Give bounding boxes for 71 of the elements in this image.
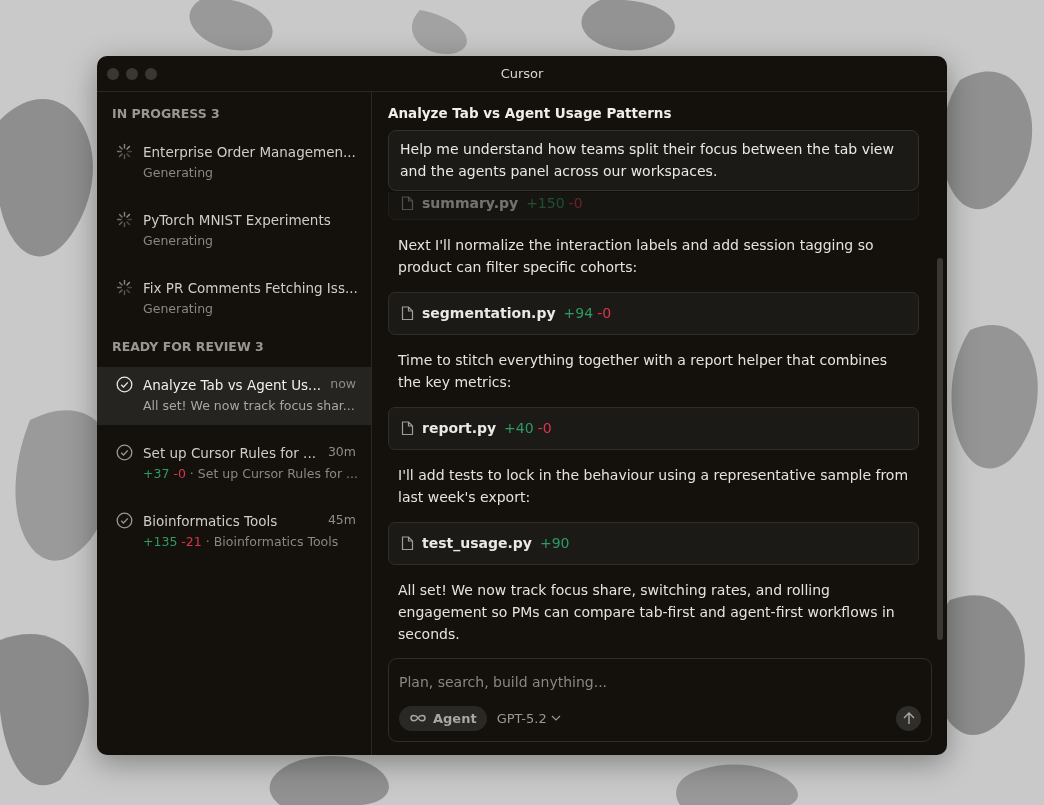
task-time: 30m bbox=[327, 442, 356, 461]
assistant-message: Time to stitch everything together with a report helper that combines the key metrics: bbox=[397, 351, 888, 393]
task-item[interactable]: Fix PR Comments Fetching Iss... Generating bbox=[97, 269, 371, 328]
added-count: +150 bbox=[526, 194, 565, 214]
removed-count: -21 bbox=[181, 532, 202, 551]
added-count: +94 bbox=[563, 304, 594, 324]
task-subtitle: All set! We now track focus shar... bbox=[143, 396, 355, 415]
task-title: Set up Cursor Rules for ... bbox=[143, 443, 316, 463]
task-title: Bioinformatics Tools bbox=[143, 511, 278, 531]
arrow-up-icon bbox=[902, 711, 915, 725]
task-title: Fix PR Comments Fetching Iss... bbox=[143, 278, 358, 298]
section-heading: READY FOR REVIEW 3 bbox=[111, 337, 265, 356]
task-item[interactable]: PyTorch MNIST Experiments Generating bbox=[97, 201, 371, 260]
removed-count: -0 bbox=[597, 304, 612, 324]
task-time: now bbox=[330, 374, 356, 393]
added-count: +135 bbox=[143, 532, 178, 551]
section-heading: IN PROGRESS 3 bbox=[111, 105, 221, 123]
task-item[interactable]: Bioinformatics Tools 45m +135 -21 · Bioinformatics Tools bbox=[97, 502, 371, 561]
task-title: PyTorch MNIST Experiments bbox=[143, 210, 331, 230]
file-change-card[interactable]: test_usage.py +90 bbox=[388, 522, 919, 566]
task-item[interactable]: Set up Cursor Rules for ... 30m +37 -0 · Set up Cursor Rules for ... bbox=[97, 434, 371, 493]
file-name: report.py bbox=[422, 419, 497, 439]
file-name: summary.py bbox=[422, 194, 519, 214]
added-count: +40 bbox=[504, 419, 534, 439]
task-time: 45m bbox=[327, 510, 356, 529]
window-title: Cursor bbox=[500, 64, 544, 83]
minimize-button[interactable] bbox=[126, 67, 138, 80]
spinner-icon bbox=[116, 142, 133, 160]
file-icon bbox=[401, 196, 414, 212]
file-icon bbox=[401, 306, 414, 322]
zoom-button[interactable] bbox=[145, 67, 157, 80]
removed-count: -0 bbox=[537, 419, 552, 439]
task-subtitle: Generating bbox=[143, 300, 214, 318]
file-icon bbox=[401, 536, 414, 552]
assistant-message: Next I'll normalize the interaction labels and add session tagging so product can filter specific cohorts: bbox=[397, 236, 875, 278]
file-icon bbox=[401, 421, 414, 437]
task-subtitle: Bioinformatics Tools bbox=[213, 532, 339, 551]
model-dropdown[interactable]: GPT-5.2 bbox=[496, 708, 561, 728]
chevron-down-icon bbox=[550, 715, 561, 722]
file-change-card[interactable]: segmentation.py +94 -0 bbox=[388, 292, 919, 336]
removed-count: -0 bbox=[568, 194, 583, 214]
check-circle-icon bbox=[116, 511, 133, 529]
separator-dot: · bbox=[189, 464, 194, 483]
separator-dot: · bbox=[205, 532, 210, 551]
check-circle-icon bbox=[116, 443, 133, 461]
infinity-icon bbox=[409, 713, 427, 724]
spinner-icon bbox=[116, 210, 133, 228]
user-prompt: Help me understand how teams split their focus between the tab view and the agents panel across our workspaces. bbox=[388, 130, 919, 192]
check-circle-icon bbox=[116, 375, 133, 393]
task-title: Analyze Tab vs Agent Us... bbox=[143, 375, 321, 395]
added-count: +90 bbox=[539, 534, 570, 554]
removed-count: -0 bbox=[173, 464, 186, 483]
task-title: Enterprise Order Managemen... bbox=[143, 142, 356, 162]
agent-mode-button[interactable]: Agent bbox=[399, 705, 487, 731]
chat-title: Analyze Tab vs Agent Usage Patterns bbox=[387, 104, 673, 123]
file-name: test_usage.py bbox=[422, 534, 532, 554]
assistant-message: All set! We now track focus share, switching rates, and rolling engagement so PMs can compare tab-first and agent-first workflows in seconds. bbox=[397, 581, 896, 645]
task-item[interactable]: Enterprise Order Managemen... Generating bbox=[97, 133, 371, 192]
spinner-icon bbox=[116, 278, 133, 296]
task-subtitle: Generating bbox=[143, 164, 214, 182]
assistant-message: I'll add tests to lock in the behaviour using a representative sample from last week's export: bbox=[397, 466, 910, 508]
composer[interactable]: Plan, search, build anything... Agent GPT-5.2 bbox=[388, 657, 932, 742]
send-button[interactable] bbox=[896, 705, 921, 731]
task-item[interactable]: Analyze Tab vs Agent Us... now All set! We now track focus shar... bbox=[97, 366, 371, 425]
task-subtitle: Set up Cursor Rules for ... bbox=[197, 464, 358, 483]
file-change-card[interactable]: summary.py +150 -0 bbox=[388, 192, 919, 221]
added-count: +37 bbox=[143, 464, 170, 483]
file-change-card[interactable]: report.py +40 -0 bbox=[388, 407, 919, 451]
file-name: segmentation.py bbox=[422, 304, 556, 324]
task-subtitle: Generating bbox=[143, 232, 214, 250]
close-button[interactable] bbox=[107, 67, 119, 80]
